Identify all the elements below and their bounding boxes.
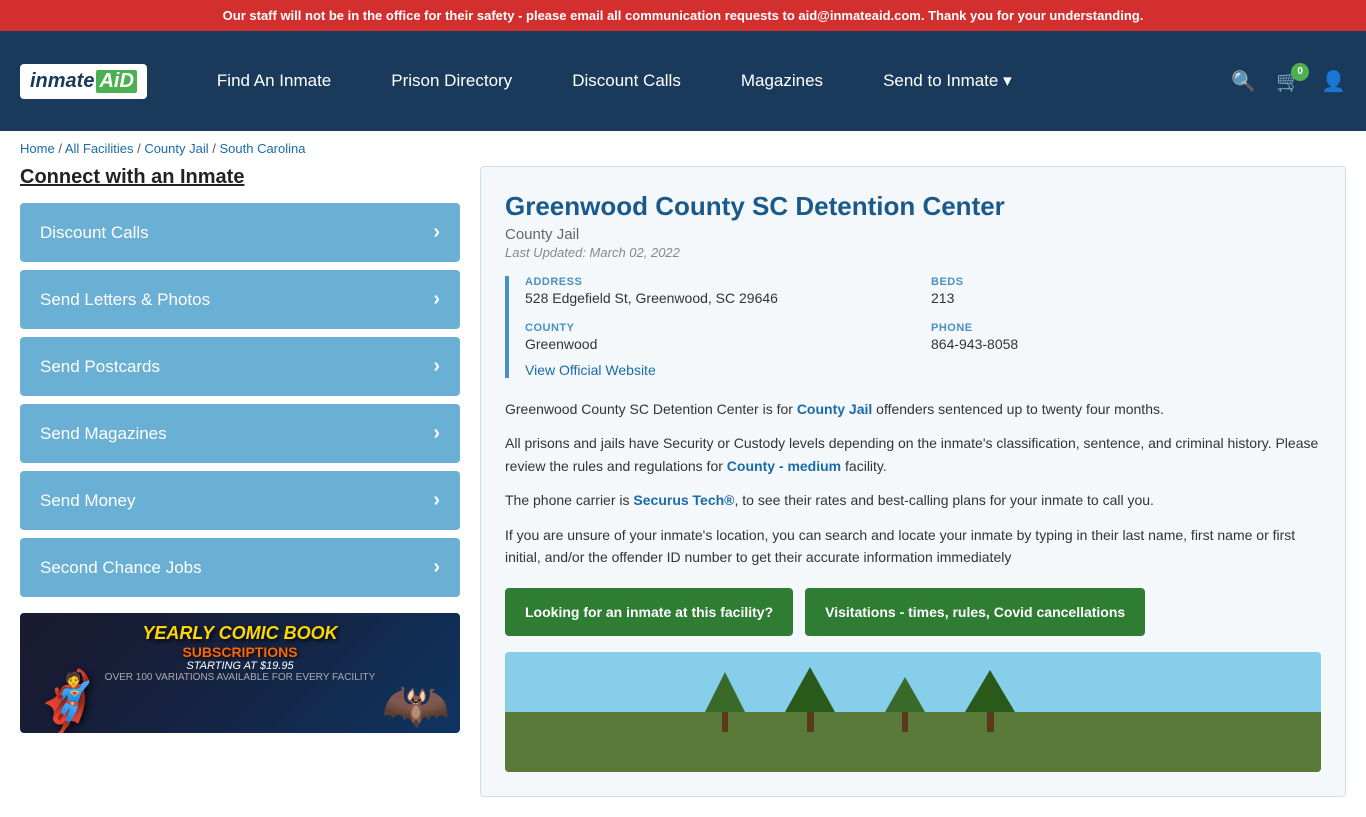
- nav-links: Find An Inmate Prison Directory Discount…: [187, 71, 1231, 91]
- ad-title: YEARLY COMIC BOOK: [105, 623, 376, 644]
- logo-aid-text: AiD: [96, 70, 136, 93]
- nav-find-an-inmate[interactable]: Find An Inmate: [187, 71, 361, 91]
- chevron-right-icon: ›: [433, 221, 440, 244]
- address-value: 528 Edgefield St, Greenwood, SC 29646: [525, 290, 915, 306]
- send-letters-button[interactable]: Send Letters & Photos ›: [20, 270, 460, 329]
- chevron-right-icon: ›: [433, 556, 440, 579]
- send-money-label: Send Money: [40, 491, 135, 511]
- nav-send-to-inmate[interactable]: Send to Inmate ▾: [853, 71, 1042, 91]
- nav-discount-calls[interactable]: Discount Calls: [542, 71, 711, 91]
- county-medium-link[interactable]: County - medium: [727, 458, 841, 474]
- superman-icon: 🦸: [30, 673, 105, 733]
- user-button[interactable]: 👤: [1321, 69, 1346, 94]
- nav-magazines[interactable]: Magazines: [711, 71, 853, 91]
- ad-variations: OVER 100 VARIATIONS AVAILABLE FOR EVERY …: [105, 672, 376, 683]
- desc-paragraph-4: If you are unsure of your inmate's locat…: [505, 524, 1321, 569]
- desc-paragraph-1: Greenwood County SC Detention Center is …: [505, 398, 1321, 420]
- chevron-right-icon: ›: [433, 489, 440, 512]
- view-official-website-link[interactable]: View Official Website: [525, 362, 656, 378]
- facility-info-section: ADDRESS 528 Edgefield St, Greenwood, SC …: [505, 276, 1321, 378]
- cart-badge: 0: [1291, 63, 1309, 81]
- find-inmate-button[interactable]: Looking for an inmate at this facility?: [505, 588, 793, 636]
- desc3-text: The phone carrier is: [505, 492, 633, 508]
- facility-description: Greenwood County SC Detention Center is …: [505, 398, 1321, 568]
- facility-image: [505, 652, 1321, 772]
- chevron-right-icon: ›: [433, 355, 440, 378]
- chevron-right-icon: ›: [433, 422, 440, 445]
- chevron-right-icon: ›: [433, 288, 440, 311]
- desc-paragraph-3: The phone carrier is Securus Tech®, to s…: [505, 489, 1321, 511]
- send-letters-label: Send Letters & Photos: [40, 290, 210, 310]
- desc1-text: Greenwood County SC Detention Center is …: [505, 401, 797, 417]
- phone-value: 864-943-8058: [931, 336, 1321, 352]
- breadcrumb: Home / All Facilities / County Jail / So…: [0, 131, 1366, 166]
- facility-name: Greenwood County SC Detention Center: [505, 191, 1321, 222]
- discount-calls-label: Discount Calls: [40, 223, 149, 243]
- cart-button[interactable]: 🛒 0: [1276, 69, 1301, 94]
- desc2-text: All prisons and jails have Security or C…: [505, 435, 1318, 473]
- beds-block: BEDS 213: [931, 276, 1321, 306]
- address-block: ADDRESS 528 Edgefield St, Greenwood, SC …: [525, 276, 915, 306]
- main-content: Connect with an Inmate Discount Calls › …: [0, 166, 1366, 817]
- desc-paragraph-2: All prisons and jails have Security or C…: [505, 432, 1321, 477]
- facility-type: County Jail: [505, 226, 1321, 243]
- ad-subtitle: SUBSCRIPTIONS: [105, 644, 376, 660]
- search-button[interactable]: 🔍: [1231, 69, 1256, 94]
- alert-text: Our staff will not be in the office for …: [223, 8, 1144, 23]
- county-value: Greenwood: [525, 336, 915, 352]
- info-grid: ADDRESS 528 Edgefield St, Greenwood, SC …: [525, 276, 1321, 352]
- main-nav: inmate AiD Find An Inmate Prison Directo…: [0, 31, 1366, 131]
- county-label: COUNTY: [525, 322, 915, 334]
- breadcrumb-county-jail[interactable]: County Jail: [144, 141, 208, 156]
- county-block: COUNTY Greenwood: [525, 322, 915, 352]
- breadcrumb-home[interactable]: Home: [20, 141, 55, 156]
- visitations-button[interactable]: Visitations - times, rules, Covid cancel…: [805, 588, 1145, 636]
- sidebar-title: Connect with an Inmate: [20, 166, 460, 189]
- discount-calls-button[interactable]: Discount Calls ›: [20, 203, 460, 262]
- facility-photo: [505, 652, 1321, 772]
- logo[interactable]: inmate AiD: [20, 64, 147, 99]
- batman-icon: 🦇: [382, 678, 450, 733]
- send-money-button[interactable]: Send Money ›: [20, 471, 460, 530]
- beds-value: 213: [931, 290, 1321, 306]
- send-magazines-label: Send Magazines: [40, 424, 167, 444]
- send-postcards-label: Send Postcards: [40, 357, 160, 377]
- nav-prison-directory[interactable]: Prison Directory: [361, 71, 542, 91]
- phone-block: PHONE 864-943-8058: [931, 322, 1321, 352]
- second-chance-label: Second Chance Jobs: [40, 558, 202, 578]
- sidebar: Connect with an Inmate Discount Calls › …: [20, 166, 460, 797]
- desc1-rest: offenders sentenced up to twenty four mo…: [872, 401, 1164, 417]
- desc2-rest: facility.: [841, 458, 887, 474]
- breadcrumb-all-facilities[interactable]: All Facilities: [65, 141, 134, 156]
- action-buttons: Looking for an inmate at this facility? …: [505, 588, 1321, 636]
- ad-price: STARTING AT $19.95: [105, 660, 376, 672]
- address-label: ADDRESS: [525, 276, 915, 288]
- ad-banner[interactable]: YEARLY COMIC BOOK SUBSCRIPTIONS STARTING…: [20, 613, 460, 733]
- facility-detail-panel: Greenwood County SC Detention Center Cou…: [480, 166, 1346, 797]
- beds-label: BEDS: [931, 276, 1321, 288]
- alert-banner: Our staff will not be in the office for …: [0, 0, 1366, 31]
- nav-icons: 🔍 🛒 0 👤: [1231, 69, 1346, 94]
- send-postcards-button[interactable]: Send Postcards ›: [20, 337, 460, 396]
- logo-inmate-text: inmate: [30, 70, 94, 93]
- second-chance-button[interactable]: Second Chance Jobs ›: [20, 538, 460, 597]
- facility-updated: Last Updated: March 02, 2022: [505, 245, 1321, 260]
- securus-tech-link[interactable]: Securus Tech®: [633, 492, 734, 508]
- desc3-rest: , to see their rates and best-calling pl…: [735, 492, 1154, 508]
- breadcrumb-state[interactable]: South Carolina: [219, 141, 305, 156]
- phone-label: PHONE: [931, 322, 1321, 334]
- ad-text: YEARLY COMIC BOOK SUBSCRIPTIONS STARTING…: [105, 623, 376, 683]
- send-magazines-button[interactable]: Send Magazines ›: [20, 404, 460, 463]
- county-jail-link[interactable]: County Jail: [797, 401, 872, 417]
